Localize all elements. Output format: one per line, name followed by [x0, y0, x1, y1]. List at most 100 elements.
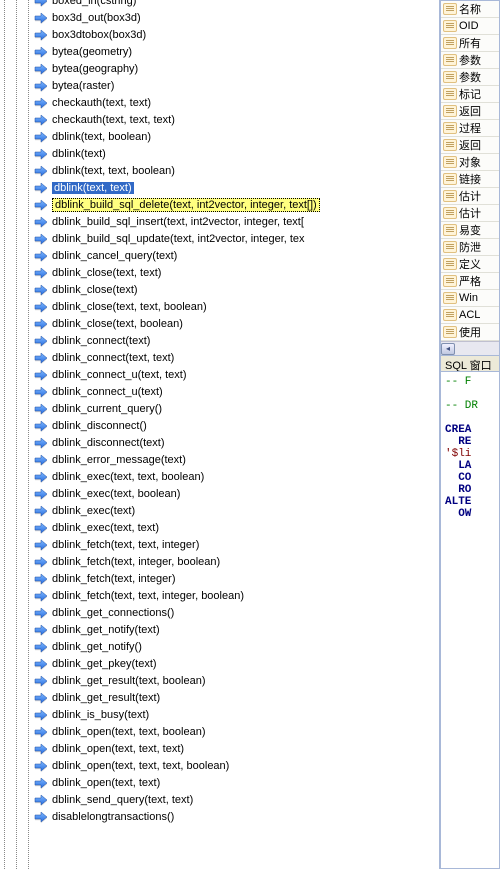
tree-item[interactable]: dblink_get_pkey(text) [30, 655, 439, 672]
property-row[interactable]: ACL [441, 307, 499, 324]
tree-item[interactable]: dblink_connect_u(text) [30, 383, 439, 400]
tree-item[interactable]: dblink(text) [30, 145, 439, 162]
tree-item[interactable]: dblink_close(text, text) [30, 264, 439, 281]
tree-item[interactable]: dblink_is_busy(text) [30, 706, 439, 723]
property-row[interactable]: 估计 [441, 188, 499, 205]
function-arrow-icon [34, 0, 48, 8]
tree-item[interactable]: bytea(geography) [30, 60, 439, 77]
tree-item[interactable]: dblink_exec(text, text, boolean) [30, 468, 439, 485]
tree-item[interactable]: dblink_get_result(text) [30, 689, 439, 706]
tree-item[interactable]: dblink_get_connections() [30, 604, 439, 621]
tree-item-label: disablelongtransactions() [52, 811, 174, 823]
tree-item[interactable]: box3d_out(box3d) [30, 9, 439, 26]
tree-item[interactable]: dblink(text, text, boolean) [30, 162, 439, 179]
tree-item-label: dblink_build_sql_delete(text, int2vector… [52, 198, 320, 212]
tree-item[interactable]: dblink_disconnect() [30, 417, 439, 434]
property-label: 使用 [459, 324, 481, 340]
tree-item-label: dblink_is_busy(text) [52, 709, 149, 721]
property-icon [443, 139, 457, 151]
tree-item[interactable]: dblink_exec(text, boolean) [30, 485, 439, 502]
property-row[interactable]: 链接 [441, 171, 499, 188]
tree-item-label: dblink_fetch(text, text, integer, boolea… [52, 590, 244, 602]
tree-item[interactable]: dblink_connect_u(text, text) [30, 366, 439, 383]
property-row[interactable]: 防泄 [441, 239, 499, 256]
property-row[interactable]: Win [441, 290, 499, 307]
tree-item[interactable]: dblink_open(text, text) [30, 774, 439, 791]
tree-item-label: dblink_close(text, text, boolean) [52, 301, 207, 313]
tree-item[interactable]: disablelongtransactions() [30, 808, 439, 825]
tree-item[interactable]: dblink(text, boolean) [30, 128, 439, 145]
property-row[interactable]: 返回 [441, 103, 499, 120]
tree-scroll[interactable]: boxed_in(cstring) box3d_out(box3d) box3d… [0, 0, 439, 869]
tree-item[interactable]: bytea(raster) [30, 77, 439, 94]
tree-item[interactable]: dblink_close(text, boolean) [30, 315, 439, 332]
property-row[interactable]: 估计 [441, 205, 499, 222]
tree-item-label: dblink_connect_u(text, text) [52, 369, 187, 381]
tree-item[interactable]: dblink_get_result(text, boolean) [30, 672, 439, 689]
tree-item[interactable]: checkauth(text, text) [30, 94, 439, 111]
property-row[interactable]: 使用 [441, 324, 499, 341]
property-icon [443, 71, 457, 83]
tree-item[interactable]: dblink_connect(text) [30, 332, 439, 349]
function-arrow-icon [34, 589, 48, 603]
tree-item[interactable]: dblink_build_sql_delete(text, int2vector… [30, 196, 439, 213]
tree-item[interactable]: dblink_open(text, text, text) [30, 740, 439, 757]
tree-item-label: checkauth(text, text) [52, 97, 151, 109]
tree-item[interactable]: checkauth(text, text, text) [30, 111, 439, 128]
tree-item[interactable]: dblink_fetch(text, text, integer, boolea… [30, 587, 439, 604]
scroll-left-button[interactable]: ◂ [441, 343, 455, 355]
tree-item-label: dblink_exec(text, text) [52, 522, 159, 534]
property-row[interactable]: 所有 [441, 35, 499, 52]
property-label: 参数 [459, 69, 481, 85]
property-row[interactable]: 名称 [441, 1, 499, 18]
tree-item[interactable]: dblink(text, text) [30, 179, 439, 196]
tree-item[interactable]: box3dtobox(box3d) [30, 26, 439, 43]
property-row[interactable]: 标记 [441, 86, 499, 103]
tree-item[interactable]: dblink_get_notify() [30, 638, 439, 655]
property-row[interactable]: 易变 [441, 222, 499, 239]
property-row[interactable]: 严格 [441, 273, 499, 290]
property-row[interactable]: 参数 [441, 52, 499, 69]
tree-item[interactable]: dblink_send_query(text, text) [30, 791, 439, 808]
tree-item-label: dblink_get_notify(text) [52, 624, 160, 636]
tree-item[interactable]: dblink_close(text, text, boolean) [30, 298, 439, 315]
tree-item[interactable]: dblink_disconnect(text) [30, 434, 439, 451]
property-row[interactable]: 返回 [441, 137, 499, 154]
tree-item-label: dblink_fetch(text, text, integer) [52, 539, 199, 551]
tree-item[interactable]: dblink_fetch(text, integer) [30, 570, 439, 587]
tree-item[interactable]: dblink_open(text, text, text, boolean) [30, 757, 439, 774]
tree-item[interactable]: dblink_fetch(text, text, integer) [30, 536, 439, 553]
tree-item[interactable]: bytea(geometry) [30, 43, 439, 60]
tree-item[interactable]: dblink_exec(text) [30, 502, 439, 519]
tree-item-label: dblink_close(text, boolean) [52, 318, 183, 330]
tree-item[interactable]: dblink_fetch(text, integer, boolean) [30, 553, 439, 570]
tree-item[interactable]: dblink_open(text, text, boolean) [30, 723, 439, 740]
tree-item-label: dblink_cancel_query(text) [52, 250, 177, 262]
property-row[interactable]: 对象 [441, 154, 499, 171]
property-label: 链接 [459, 171, 481, 187]
function-arrow-icon [34, 45, 48, 59]
property-label: 防泄 [459, 239, 481, 255]
function-arrow-icon [34, 215, 48, 229]
tree-item[interactable]: dblink_close(text) [30, 281, 439, 298]
property-row[interactable]: 参数 [441, 69, 499, 86]
tree-item[interactable]: dblink_build_sql_insert(text, int2vector… [30, 213, 439, 230]
property-row[interactable]: 定义 [441, 256, 499, 273]
tree-item[interactable]: dblink_connect(text, text) [30, 349, 439, 366]
tree-item[interactable]: dblink_error_message(text) [30, 451, 439, 468]
tree-item[interactable]: dblink_cancel_query(text) [30, 247, 439, 264]
function-arrow-icon [34, 198, 48, 212]
tree-item[interactable]: dblink_exec(text, text) [30, 519, 439, 536]
property-label: 标记 [459, 86, 481, 102]
properties-hscroll[interactable]: ◂ [441, 341, 499, 355]
tree-item-label: dblink_send_query(text, text) [52, 794, 193, 806]
property-row[interactable]: OID [441, 18, 499, 35]
function-arrow-icon [34, 283, 48, 297]
tree-item[interactable]: dblink_get_notify(text) [30, 621, 439, 638]
function-arrow-icon [34, 640, 48, 654]
property-row[interactable]: 过程 [441, 120, 499, 137]
tree-item[interactable]: boxed_in(cstring) [30, 0, 439, 9]
tree-item[interactable]: dblink_build_sql_update(text, int2vector… [30, 230, 439, 247]
tree-item-label: dblink_error_message(text) [52, 454, 186, 466]
tree-item[interactable]: dblink_current_query() [30, 400, 439, 417]
